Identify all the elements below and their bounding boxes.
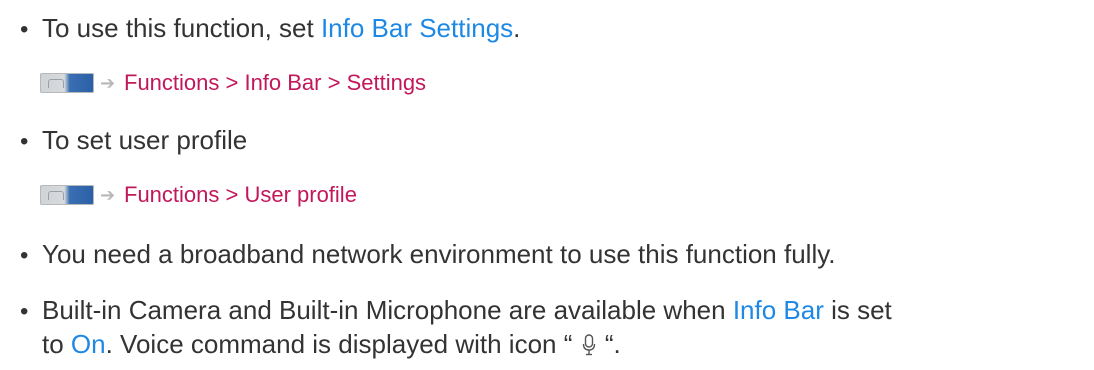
bullet-text-suffix: .: [513, 13, 521, 43]
bullet-text: To use this function, set: [42, 13, 321, 43]
bullet-text: Built-in Camera and Built-in Microphone …: [42, 295, 733, 325]
bullet-item-info-bar-settings: • To use this function, set Info Bar Sett…: [20, 8, 520, 50]
bullet-continuation: to On. Voice command is displayed with i…: [42, 324, 621, 365]
bullet-dot: •: [20, 298, 29, 325]
menu-path-text[interactable]: Functions > Info Bar > Settings: [124, 70, 426, 96]
continuation-text: . Voice command is displayed with icon “: [105, 329, 580, 359]
tv-menu-icon: ➔: [40, 71, 124, 95]
info-bar-link[interactable]: Info Bar: [733, 295, 824, 325]
menu-path-text[interactable]: Functions > User profile: [124, 182, 357, 208]
bullet-dot: •: [20, 16, 29, 43]
info-bar-settings-link[interactable]: Info Bar Settings: [321, 13, 513, 43]
menu-path-info-bar: ➔ Functions > Info Bar > Settings: [40, 68, 426, 98]
bullet-text-mid: is set: [823, 295, 892, 325]
microphone-icon: [582, 334, 595, 356]
right-arrow-icon: ➔: [100, 73, 116, 93]
bullet-item-user-profile: • To set user profile: [20, 120, 247, 162]
bullet-text: You need a broadband network environment…: [42, 239, 836, 269]
right-arrow-icon: ➔: [100, 185, 116, 205]
document: • To use this function, set Info Bar Sett…: [0, 0, 1094, 370]
bullet-dot: •: [20, 128, 29, 155]
continuation-suffix: “.: [597, 329, 621, 359]
bullet-dot: •: [20, 242, 29, 269]
tv-menu-icon: ➔: [40, 183, 124, 207]
on-link[interactable]: On: [71, 329, 106, 359]
menu-path-user-profile: ➔ Functions > User profile: [40, 180, 357, 210]
bullet-item-broadband: • You need a broadband network environmen…: [20, 234, 836, 276]
continuation-prefix: to: [42, 329, 71, 359]
bullet-text: To set user profile: [42, 125, 248, 155]
